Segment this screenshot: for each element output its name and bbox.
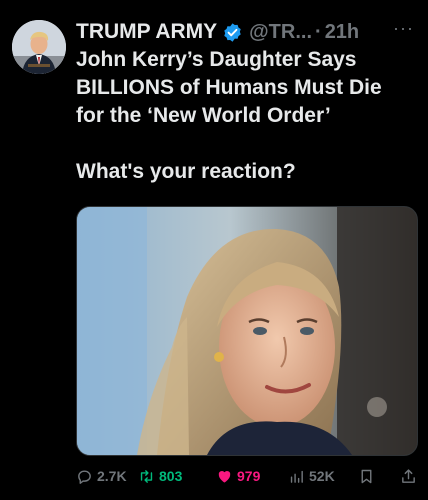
- reply-button[interactable]: 2.7K: [76, 464, 127, 488]
- tweet-text: John Kerry’s Daughter Says BILLIONS of H…: [76, 46, 416, 186]
- retweet-icon: [140, 469, 153, 483]
- reply-icon: [78, 469, 91, 484]
- tweet-image[interactable]: [76, 206, 418, 456]
- action-bar: 2.7K 803 979 52K: [76, 464, 420, 488]
- bookmark-icon: [361, 469, 372, 483]
- like-count: 979: [237, 468, 261, 484]
- author-name[interactable]: TRUMP ARMY: [76, 20, 217, 44]
- bookmark-button[interactable]: [358, 464, 379, 488]
- views-button[interactable]: 52K: [288, 464, 335, 488]
- tweet-header: TRUMP ARMY @TR... · 21h ···: [76, 18, 418, 46]
- retweet-button[interactable]: 803: [138, 464, 182, 488]
- separator-dot: ·: [315, 20, 322, 43]
- tweet-text-line: John Kerry’s Daughter Says: [76, 48, 357, 71]
- tweet-text-line: BILLIONS of Humans Must Die: [76, 76, 382, 99]
- verified-badge-icon: [224, 22, 241, 42]
- tweet[interactable]: TRUMP ARMY @TR... · 21h ··· John Kerry’s…: [0, 0, 428, 500]
- share-button[interactable]: [400, 464, 421, 488]
- like-button[interactable]: 979: [216, 464, 260, 488]
- author-handle[interactable]: @TR...: [249, 21, 312, 44]
- tweet-question: What's your reaction?: [76, 160, 296, 183]
- views-count: 52K: [309, 468, 335, 484]
- like-icon: [218, 470, 231, 483]
- avatar[interactable]: [12, 20, 66, 74]
- reply-count: 2.7K: [97, 468, 127, 484]
- views-icon: [290, 470, 303, 483]
- tweet-time[interactable]: 21h: [325, 21, 359, 44]
- more-icon[interactable]: ···: [393, 18, 414, 39]
- tweet-text-line: for the ‘New World Order’: [76, 104, 331, 127]
- share-icon: [402, 468, 415, 483]
- retweet-count: 803: [159, 468, 183, 484]
